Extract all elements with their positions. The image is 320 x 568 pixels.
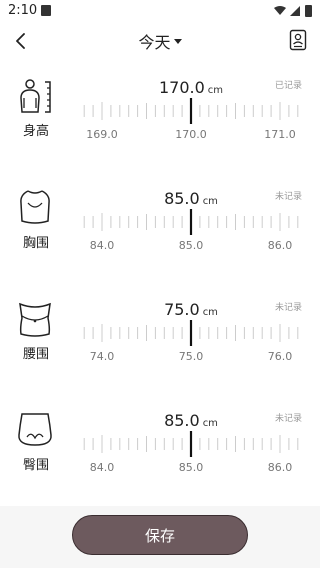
measure-row-waist: 腰围 75.0 cm 未记录 74.0 75.0 76.0 (0, 300, 320, 380)
ruler-tick-label: 76.0 (267, 350, 293, 363)
value-number: 75.0 (164, 300, 200, 319)
value-unit: cm (202, 196, 218, 207)
date-selector[interactable]: 今天 (125, 30, 195, 52)
value-number: 170.0 (158, 78, 205, 97)
header: 今天 (0, 22, 320, 62)
status-time: 2:10 (8, 3, 38, 18)
value-number: 85.0 (164, 189, 200, 208)
ruler-ticks (83, 320, 299, 346)
value-display: 85.0 cm (85, 189, 297, 208)
wifi-icon (274, 6, 286, 15)
ruler-tick-label: 171.0 (264, 128, 296, 141)
battery-icon (305, 5, 312, 17)
ruler-ticks (83, 209, 299, 235)
hip-icon (18, 413, 52, 446)
ruler-tick-label: 86.0 (267, 461, 293, 474)
row-label: 腰围 (22, 347, 49, 362)
waist-icon (19, 302, 51, 337)
measure-row-height: 身高 170.0 cm 已记录 169.0 170.0 171.0 (0, 78, 320, 158)
record-status-badge: 未记录 (274, 414, 302, 424)
value-display: 75.0 cm (85, 300, 297, 319)
measure-row-chest: 胸围 85.0 cm 未记录 84.0 85.0 86.0 (0, 189, 320, 269)
value-ruler-slider[interactable] (80, 431, 302, 457)
signal-icon (290, 6, 300, 16)
ruler-tick-label: 86.0 (267, 239, 293, 252)
record-list-icon (289, 29, 307, 51)
status-icons (274, 5, 312, 17)
date-label: 今天 (138, 33, 171, 52)
measure-row-hip: 臀围 85.0 cm 未记录 84.0 85.0 86.0 (0, 411, 320, 491)
notification-icon (41, 5, 51, 16)
value-display: 170.0 cm (85, 78, 297, 97)
ruler-tick-label: 85.0 (178, 461, 204, 474)
ruler-tick-label: 75.0 (178, 350, 204, 363)
record-status-badge: 已记录 (274, 81, 302, 91)
chest-icon (20, 190, 50, 224)
value-ruler-slider[interactable] (80, 209, 302, 235)
row-label: 臀围 (22, 458, 49, 473)
ruler-tick-label: 169.0 (86, 128, 118, 141)
save-button[interactable]: 保存 (72, 515, 248, 555)
ruler-tick-label: 84.0 (89, 239, 115, 252)
ruler-ticks (83, 98, 299, 124)
value-display: 85.0 cm (85, 411, 297, 430)
status-bar: 2:10 (0, 0, 320, 22)
height-body-icon (20, 79, 51, 113)
record-status-badge: 未记录 (274, 192, 302, 202)
record-status-badge: 未记录 (274, 303, 302, 313)
row-label: 胸围 (22, 236, 49, 251)
value-number: 85.0 (164, 411, 200, 430)
ruler-ticks (83, 431, 299, 457)
value-unit: cm (202, 418, 218, 429)
back-button[interactable] (8, 28, 34, 54)
row-label: 身高 (22, 124, 49, 139)
value-unit: cm (207, 85, 224, 96)
ruler-tick-label: 74.0 (89, 350, 115, 363)
record-list-button[interactable] (286, 27, 310, 53)
caret-down-icon (173, 38, 182, 44)
value-unit: cm (202, 307, 218, 318)
value-ruler-slider[interactable] (80, 320, 302, 346)
ruler-tick-label: 170.0 (175, 128, 207, 141)
value-ruler-slider[interactable] (80, 98, 302, 124)
back-arrow-icon (16, 33, 25, 49)
ruler-tick-label: 84.0 (89, 461, 115, 474)
ruler-tick-label: 85.0 (178, 239, 204, 252)
